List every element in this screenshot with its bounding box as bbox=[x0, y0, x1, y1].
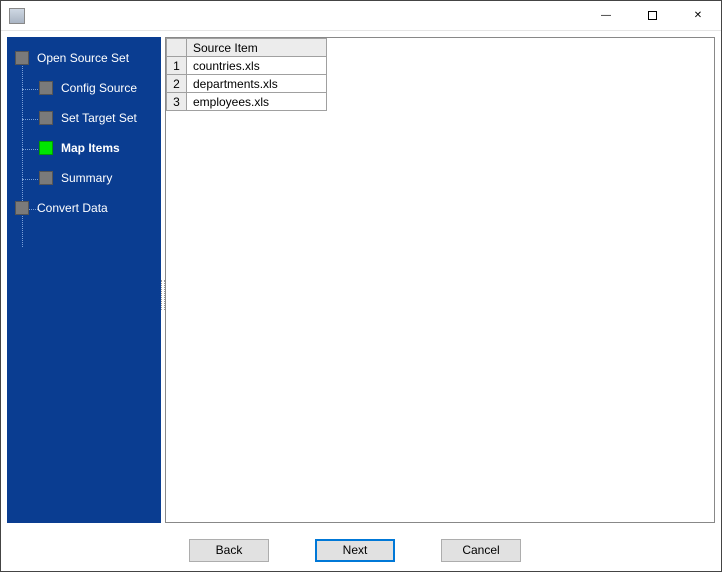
source-items-table: Source Item 1 countries.xls 2 department… bbox=[166, 38, 327, 111]
step-set-target-set[interactable]: Set Target Set bbox=[7, 103, 161, 133]
table-corner bbox=[167, 39, 187, 57]
step-node-icon bbox=[39, 81, 53, 95]
step-label: Convert Data bbox=[37, 201, 108, 215]
step-map-items[interactable]: Map Items bbox=[7, 133, 161, 163]
wizard-window: — ✕ Open Source Set Config Source bbox=[0, 0, 722, 572]
main-panel: Source Item 1 countries.xls 2 department… bbox=[165, 37, 715, 523]
cancel-button[interactable]: Cancel bbox=[441, 539, 521, 562]
table-row[interactable]: 1 countries.xls bbox=[167, 57, 327, 75]
step-node-icon bbox=[39, 171, 53, 185]
step-node-icon bbox=[39, 111, 53, 125]
step-label: Set Target Set bbox=[61, 111, 137, 125]
row-number: 2 bbox=[167, 75, 187, 93]
step-node-icon bbox=[15, 51, 29, 65]
app-icon bbox=[9, 8, 25, 24]
close-button[interactable]: ✕ bbox=[675, 1, 721, 30]
step-open-source-set[interactable]: Open Source Set bbox=[7, 43, 161, 73]
step-label: Open Source Set bbox=[37, 51, 129, 65]
table-header-row: Source Item bbox=[167, 39, 327, 57]
titlebar: — ✕ bbox=[1, 1, 721, 31]
cell-source-item: departments.xls bbox=[187, 75, 327, 93]
square-icon bbox=[648, 11, 657, 20]
cell-source-item: employees.xls bbox=[187, 93, 327, 111]
step-label: Summary bbox=[61, 171, 112, 185]
table-row[interactable]: 3 employees.xls bbox=[167, 93, 327, 111]
step-convert-data[interactable]: Convert Data bbox=[7, 193, 161, 223]
step-label: Map Items bbox=[61, 141, 120, 155]
wizard-steps-sidebar: Open Source Set Config Source Set Target… bbox=[7, 37, 161, 523]
minimize-button[interactable]: — bbox=[583, 1, 629, 30]
window-controls: — ✕ bbox=[583, 1, 721, 30]
wizard-body: Open Source Set Config Source Set Target… bbox=[1, 31, 721, 529]
wizard-footer: Back Next Cancel bbox=[1, 529, 721, 571]
column-header-source-item[interactable]: Source Item bbox=[187, 39, 327, 57]
step-summary[interactable]: Summary bbox=[7, 163, 161, 193]
row-number: 1 bbox=[167, 57, 187, 75]
step-config-source[interactable]: Config Source bbox=[7, 73, 161, 103]
row-number: 3 bbox=[167, 93, 187, 111]
step-node-icon bbox=[39, 141, 53, 155]
cell-source-item: countries.xls bbox=[187, 57, 327, 75]
step-node-icon bbox=[15, 201, 29, 215]
next-button[interactable]: Next bbox=[315, 539, 395, 562]
maximize-button[interactable] bbox=[629, 1, 675, 30]
table-row[interactable]: 2 departments.xls bbox=[167, 75, 327, 93]
back-button[interactable]: Back bbox=[189, 539, 269, 562]
step-label: Config Source bbox=[61, 81, 137, 95]
